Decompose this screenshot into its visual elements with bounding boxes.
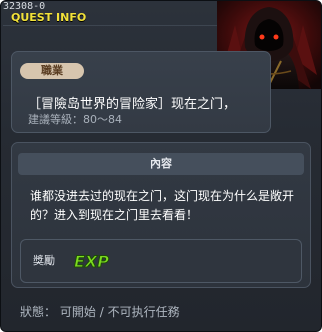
job-label: 職業 bbox=[20, 63, 84, 79]
exp-text: EXP bbox=[74, 252, 109, 271]
quest-description: 谁都没进去过的现在之门，这门现在为什么是敞开的？进入到现在之门里去看看！ bbox=[30, 189, 295, 222]
recommended-level: 建議等級：80～84 bbox=[28, 113, 122, 126]
header-divider bbox=[3, 25, 217, 26]
status-startable: 可開始 bbox=[59, 305, 96, 319]
reward-label: 獎勵 bbox=[33, 254, 55, 267]
section-title: QUEST INFO bbox=[11, 11, 87, 24]
status-not-executable: 不可执行任務 bbox=[107, 305, 180, 319]
status-separator: / bbox=[99, 305, 104, 319]
reward-panel: 獎勵 EXP bbox=[20, 239, 302, 283]
quest-info-window: 32308-0 QUEST INFO 職業 ［冒險岛世界的冒险家］现在之门， 建… bbox=[0, 0, 322, 332]
exp-icon: EXP bbox=[74, 252, 110, 272]
quest-title: ［冒險岛世界的冒险家］现在之门， bbox=[28, 97, 237, 112]
content-header: 內容 bbox=[18, 153, 304, 175]
job-info-panel: 職業 ［冒險岛世界的冒险家］现在之门， 建議等級：80～84 bbox=[11, 51, 271, 133]
quest-status: 狀態： 可開始 / 不可执行任務 bbox=[20, 303, 180, 320]
status-label: 狀態： bbox=[20, 305, 57, 319]
content-panel: 內容 谁都没进去过的现在之门，这门现在为什么是敞开的？进入到现在之门里去看看！ … bbox=[11, 142, 311, 288]
